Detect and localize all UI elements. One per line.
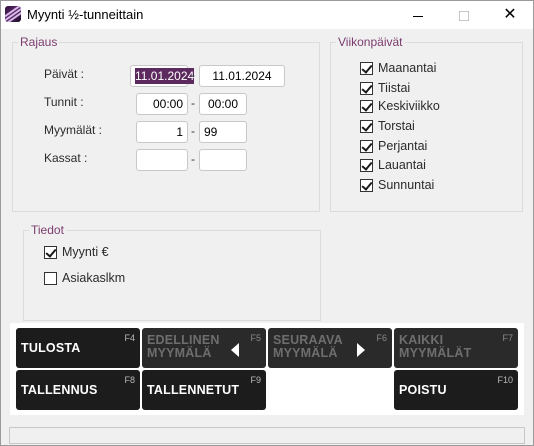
checkbox-box[interactable] [360,178,373,192]
arrow-left-icon [231,343,239,357]
checkbox-box[interactable] [360,81,373,95]
function-key-area: TULOSTA F4 EDELLINEN MYYMÄLÄ F5 SEURAAVA M… [10,323,524,415]
kassat-separator: - [191,152,195,166]
button-label: TALLENNUS [21,383,98,397]
viikonpaivat-title: Viikonpäivät [336,35,405,49]
asiakaslkm-checkbox[interactable]: Asiakaslkm [44,270,125,286]
day-label: Maanantai [378,61,437,75]
option-label: Myynti € [62,245,109,259]
tallennus-button[interactable]: TALLENNUS F8 [16,370,140,410]
checkbox-box[interactable] [44,271,57,285]
rajaus-group: Rajaus Päivät : 11.01.2024 - 11.01.2024 … [12,35,320,212]
close-button[interactable]: ✕ [487,1,533,29]
kassat-to-input[interactable] [199,149,247,171]
maximize-icon [459,11,469,22]
function-key-hint: F8 [124,375,135,385]
button-label: KAIKKI MYYMÄLÄT [399,333,472,360]
kassat-from-input[interactable] [136,149,188,171]
tunnit-from-input[interactable]: 00:00 [136,93,188,115]
day-label: Keskiviikko [378,99,440,113]
checkbox-box[interactable] [360,158,373,172]
button-label: EDELLINEN MYYMÄLÄ [147,333,220,360]
day-label: Tiistai [378,81,411,95]
myymalat-label: Myymälät : [44,123,103,137]
day-checkbox-tiistai[interactable]: Tiistai [360,80,410,96]
checkbox-box[interactable] [44,245,57,259]
tiedot-group: Tiedot Myynti € Asiakaslkm [23,223,321,321]
function-key-hint: F6 [376,333,387,343]
rajaus-title: Rajaus [18,35,60,49]
tunnit-separator: - [191,96,195,110]
day-checkbox-torstai[interactable]: Torstai [360,118,415,134]
window-title: Myynti ½-tunneittain [27,7,144,22]
day-checkbox-perjantai[interactable]: Perjantai [360,138,427,154]
poistu-button[interactable]: POISTU F10 [394,370,518,410]
button-label: SEURAAVA MYYMÄLÄ [273,333,343,360]
option-label: Asiakaslkm [62,271,126,285]
day-label: Lauantai [378,158,426,172]
button-label: POISTU [399,383,447,397]
checkbox-box[interactable] [360,139,373,153]
paivat-label: Päivät : [44,67,85,81]
edellinen-myymala-button[interactable]: EDELLINEN MYYMÄLÄ F5 [142,328,266,368]
day-label: Torstai [378,119,415,133]
button-label: TALLENNETUT [147,383,240,397]
day-checkbox-lauantai[interactable]: Lauantai [360,157,426,173]
day-checkbox-sunnuntai[interactable]: Sunnuntai [360,177,434,193]
arrow-right-icon [357,343,365,357]
day-checkbox-maanantai[interactable]: Maanantai [360,60,436,76]
myymalat-from-input[interactable]: 1 [136,121,188,143]
maximize-button [441,1,487,29]
kaikki-myymalat-button[interactable]: KAIKKI MYYMÄLÄT F7 [394,328,518,368]
day-label: Sunnuntai [378,178,435,192]
tunnit-to-input[interactable]: 00:00 [199,93,247,115]
tiedot-title: Tiedot [29,223,66,237]
title-bar: Myynti ½-tunneittain ✕ [1,1,533,29]
paivat-to-input[interactable]: 11.01.2024 [199,65,285,87]
checkbox-box[interactable] [360,61,373,75]
paivat-separator: - [191,68,195,82]
checkbox-box[interactable] [360,99,373,113]
tallennetut-button[interactable]: TALLENNETUT F9 [142,370,266,410]
day-label: Perjantai [378,139,428,153]
myymalat-separator: - [191,124,195,138]
function-key-hint: F10 [497,375,513,385]
status-bar [9,427,525,444]
seuraava-myymala-button[interactable]: SEURAAVA MYYMÄLÄ F6 [268,328,392,368]
viikonpaivat-group: Viikonpäivät Maanantai Tiistai Keskiviik… [330,35,523,212]
tunnit-label: Tunnit : [44,95,84,109]
function-key-hint: F4 [124,333,135,343]
tulosta-button[interactable]: TULOSTA F4 [16,328,140,368]
function-key-hint: F5 [250,333,261,343]
close-icon: ✕ [503,6,517,23]
app-logo-icon [5,6,21,22]
checkbox-box[interactable] [360,119,373,133]
day-checkbox-keskiviikko[interactable]: Keskiviikko [360,98,440,114]
kassat-label: Kassat : [44,151,88,165]
app-window: Myynti ½-tunneittain ✕ Rajaus Päivät : 1… [0,0,534,446]
paivat-from-input[interactable]: 11.01.2024 [130,65,195,87]
function-key-hint: F9 [250,375,261,385]
minimize-icon [413,15,423,17]
button-label: TULOSTA [21,341,81,355]
myynti-checkbox[interactable]: Myynti € [44,244,109,260]
function-key-hint: F7 [502,333,513,343]
myymalat-to-input[interactable]: 99 [199,121,247,143]
minimize-button[interactable] [395,1,441,29]
